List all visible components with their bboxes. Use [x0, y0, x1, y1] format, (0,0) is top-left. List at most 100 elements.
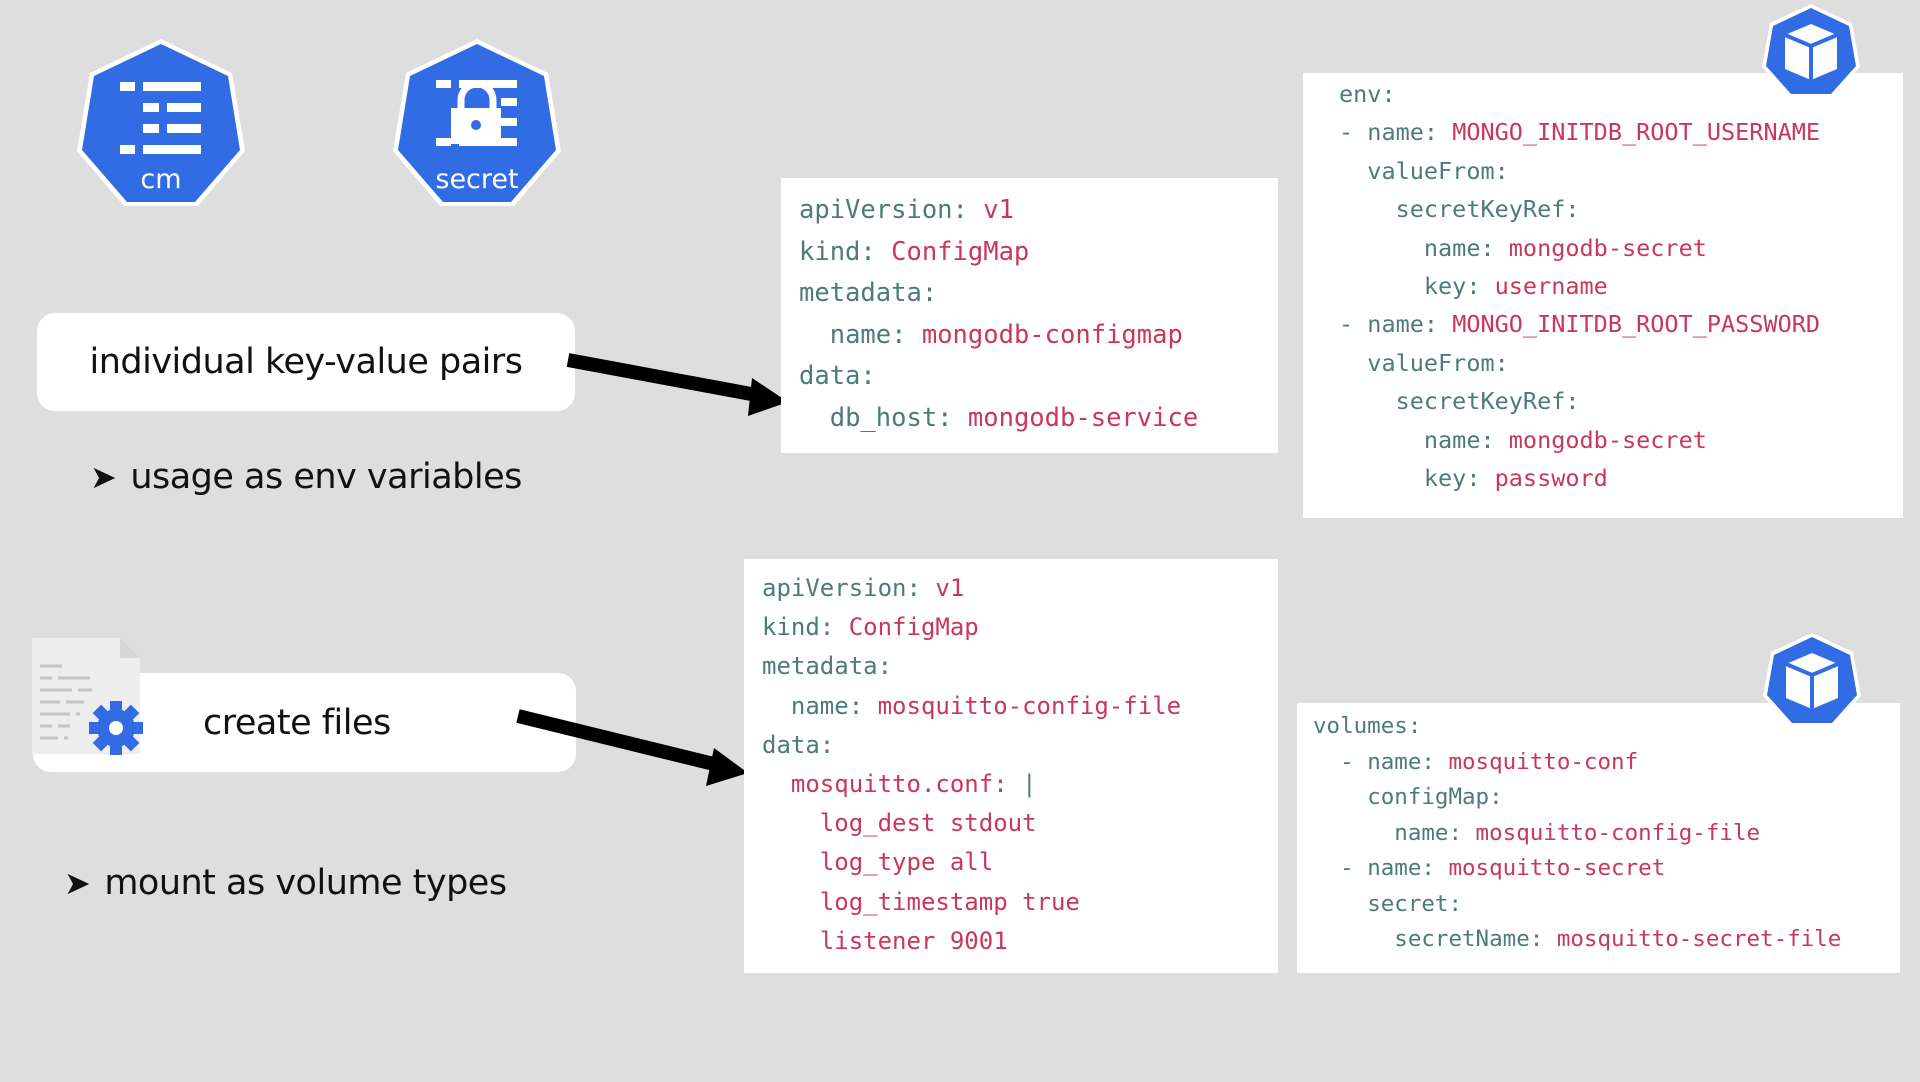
yaml-indent — [1339, 464, 1424, 492]
yaml-line: - name: MONGO_INITDB_ROOT_PASSWORD — [1339, 305, 1903, 343]
yaml-key: metadata: — [799, 278, 938, 308]
yaml-value: mongodb-secret — [1494, 233, 1707, 262]
yaml-key: secret: — [1367, 890, 1463, 917]
yaml-indent: - — [1313, 748, 1368, 775]
yaml-indent — [1339, 234, 1424, 262]
yaml-indent — [1313, 820, 1394, 846]
yaml-value: mosquitto-conf — [1434, 748, 1639, 775]
yaml-indent — [799, 403, 830, 433]
yaml-value: v1 — [920, 574, 965, 602]
yaml-key: name: — [829, 319, 907, 350]
yaml-line: valueFrom: — [1339, 344, 1903, 382]
yaml-value: MONGO_INITDB_ROOT_USERNAME — [1438, 118, 1821, 147]
yaml-indent — [1339, 387, 1396, 415]
yaml-indent — [762, 692, 791, 720]
yaml-key: apiVersion: — [799, 195, 968, 225]
yaml-line: name: mosquitto-config-file — [1313, 816, 1900, 852]
yaml-line: metadata: — [762, 647, 1278, 686]
yaml-indent — [1313, 891, 1367, 917]
secret-icon-label: secret — [435, 164, 519, 195]
yaml-line: apiVersion: v1 — [799, 190, 1278, 232]
yaml-line: - name: MONGO_INITDB_ROOT_USERNAME — [1339, 113, 1903, 151]
yaml-line: name: mongodb-secret — [1339, 421, 1903, 459]
yaml-key: db_host: — [829, 402, 953, 433]
env-usage-text: usage as env variables — [130, 457, 522, 497]
bullet-arrow-icon: ➤ — [90, 458, 117, 496]
yaml-line: db_host: mongodb-service — [799, 398, 1278, 440]
yaml-line: name: mongodb-configmap — [799, 315, 1278, 357]
yaml-indent — [762, 848, 820, 876]
yaml-key: env: — [1339, 80, 1396, 108]
pod-cube-icon — [1761, 2, 1861, 100]
yaml-key: secretKeyRef: — [1395, 387, 1580, 416]
yaml-value: username — [1480, 271, 1608, 300]
yaml-key: data: — [762, 730, 835, 759]
yaml-line: log_type all — [762, 843, 1278, 882]
yaml-indent — [1339, 426, 1424, 454]
yaml-value: log_dest stdout — [819, 809, 1037, 838]
config-file-gear-icon — [28, 636, 148, 758]
env-usage-bullet: ➤ usage as env variables — [90, 452, 522, 502]
yaml-line: name: mongodb-secret — [1339, 229, 1903, 267]
yaml-line: - name: mosquitto-conf — [1313, 745, 1900, 781]
yaml-indent — [762, 888, 820, 916]
volume-mount-text: mount as volume types — [104, 863, 507, 903]
yaml-key: key: — [1423, 463, 1481, 492]
key-value-pairs-pill: individual key-value pairs — [37, 313, 575, 411]
yaml-line: log_dest stdout — [762, 804, 1278, 843]
configmap-icon: cm — [75, 36, 247, 212]
yaml-key: kind: — [762, 613, 835, 642]
configmap-icon-label: cm — [140, 164, 182, 195]
yaml-key: metadata: — [762, 652, 893, 681]
yaml-value: ConfigMap — [834, 613, 979, 642]
yaml-line: mosquitto.conf: | — [762, 765, 1278, 804]
yaml-line: kind: ConfigMap — [799, 232, 1278, 274]
yaml-key: secretName: — [1394, 926, 1544, 952]
yaml-line: data: — [762, 726, 1278, 765]
arrow-to-configmap-kv — [566, 353, 788, 416]
yaml-value: v1 — [967, 195, 1014, 225]
yaml-indent — [762, 809, 820, 837]
yaml-indent — [1313, 784, 1367, 810]
yaml-key: configMap: — [1367, 784, 1503, 810]
yaml-line: data: — [799, 356, 1278, 398]
yaml-line: name: mosquitto-config-file — [762, 687, 1278, 726]
yaml-indent: - — [1313, 855, 1368, 881]
yaml-key: kind: — [799, 236, 876, 267]
yaml-key: apiVersion: — [762, 574, 921, 602]
yaml-indent — [762, 770, 791, 798]
yaml-key: valueFrom: — [1367, 348, 1509, 377]
yaml-value: mosquitto-config-file — [1462, 819, 1761, 846]
volume-mount-bullet: ➤ mount as volume types — [64, 858, 507, 908]
yaml-key: name: — [790, 691, 864, 720]
yaml-value: mongodb-configmap — [906, 319, 1183, 350]
bullet-arrow-icon: ➤ — [64, 864, 91, 902]
yaml-value: MONGO_INITDB_ROOT_PASSWORD — [1438, 310, 1821, 339]
yaml-value: password — [1480, 463, 1608, 492]
yaml-value: mosquitto.conf: — [790, 769, 1023, 798]
yaml-indent — [1313, 926, 1394, 952]
yaml-key: name: — [1367, 855, 1435, 881]
yaml-key: valueFrom: — [1367, 156, 1509, 185]
yaml-value: log_timestamp true — [819, 887, 1080, 916]
yaml-key: secretKeyRef: — [1395, 195, 1580, 224]
yaml-line: kind: ConfigMap — [762, 608, 1278, 647]
yaml-block-pipe: | — [1022, 769, 1037, 798]
yaml-value: mongodb-service — [952, 402, 1199, 433]
yaml-line: secretKeyRef: — [1339, 190, 1903, 228]
env-secret-ref-yaml: env: - name: MONGO_INITDB_ROOT_USERNAME v… — [1303, 73, 1903, 518]
configmap-file-yaml: apiVersion: v1 kind: ConfigMap metadata: n… — [744, 559, 1278, 973]
yaml-value: mongodb-secret — [1494, 425, 1707, 454]
yaml-line: key: password — [1339, 459, 1903, 497]
yaml-value: mosquitto-secret-file — [1543, 926, 1842, 952]
yaml-line: secretKeyRef: — [1339, 382, 1903, 420]
yaml-key: data: — [799, 361, 876, 391]
pod-cube-icon — [1762, 631, 1862, 729]
yaml-line: configMap: — [1313, 780, 1900, 816]
create-files-label: create files — [203, 702, 391, 743]
yaml-line: key: username — [1339, 267, 1903, 305]
yaml-indent — [1339, 272, 1424, 300]
yaml-indent: - — [1339, 310, 1368, 339]
yaml-key: name: — [1394, 819, 1463, 846]
key-value-pairs-label: individual key-value pairs — [89, 342, 523, 382]
